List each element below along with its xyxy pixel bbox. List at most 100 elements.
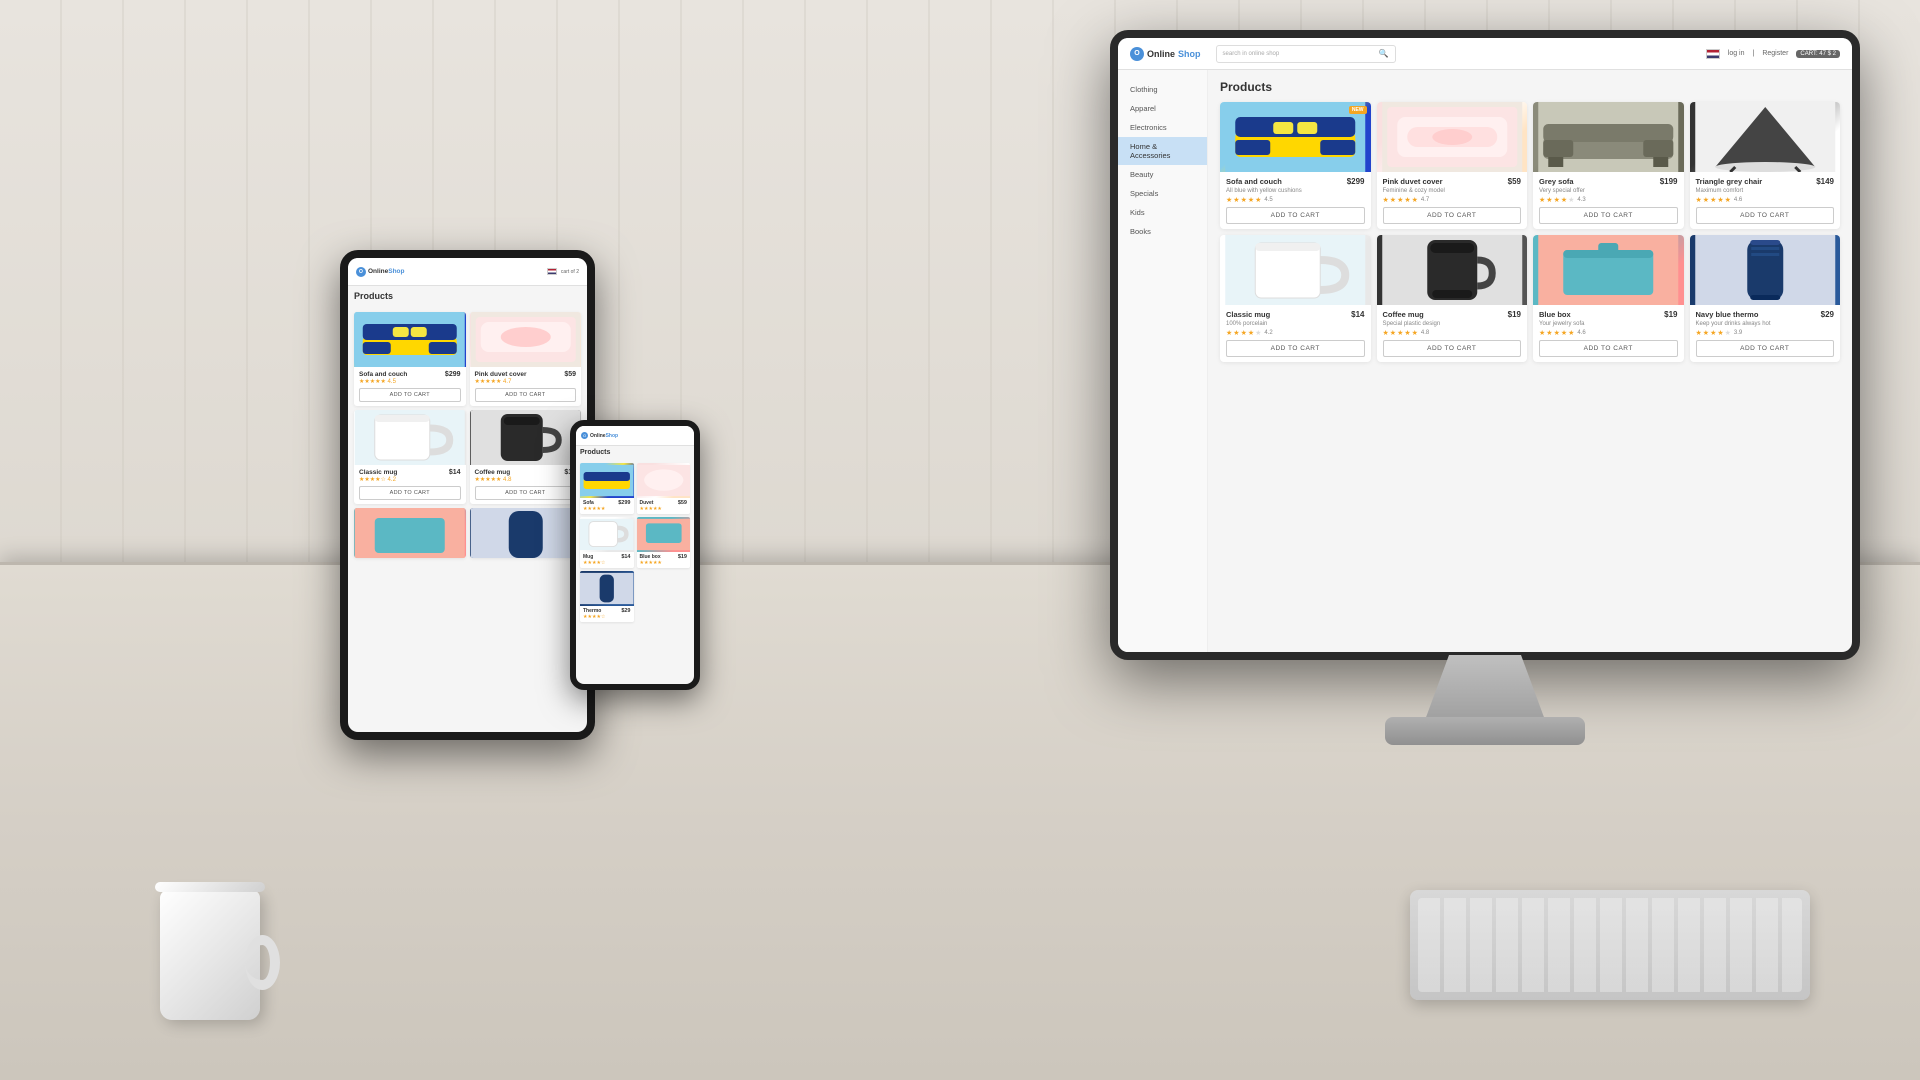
product-card-blue-box: Blue box $19 Your jewelry sofa ★ ★ ★ ★ ★	[1533, 235, 1684, 362]
rating-count-chair: 4.6	[1734, 197, 1742, 203]
star3: ★	[1710, 329, 1716, 337]
phone-stars-duvet: ★★★★★	[640, 506, 688, 512]
add-to-cart-mug[interactable]: ADD TO CART	[1226, 340, 1365, 357]
tablet-img-blue-box	[354, 508, 466, 558]
stars-chair: ★ ★ ★ ★ ★ 4.6	[1696, 196, 1835, 204]
cart-badge[interactable]: CART: 47 $ 2	[1796, 50, 1840, 58]
star1: ★	[1696, 329, 1702, 337]
phone: O OnlineShop Products Sofa $299	[570, 420, 700, 690]
product-name-price-duvet: Pink duvet cover $59	[1383, 177, 1522, 186]
rating-count-blue-box: 4.6	[1577, 330, 1585, 336]
logo-icon: O	[1130, 47, 1144, 61]
sidebar-item-specials[interactable]: Specials	[1118, 184, 1207, 203]
shop-layout: Clothing Apparel Electronics Home & Acce…	[1118, 70, 1852, 652]
monitor-screen: O OnlineShop search in online shop 🔍 log…	[1118, 38, 1852, 652]
phone-product-info-duvet: Duvet $59 ★★★★★	[637, 498, 691, 514]
stars-thermo: ★ ★ ★ ★ ★ 3.9	[1696, 329, 1835, 337]
star2: ★	[1233, 196, 1239, 204]
product-name-price-sofa: Sofa and couch $299	[1226, 177, 1365, 186]
tablet-cart-info: cart of 2	[561, 269, 579, 275]
phone-product-thermo-phone: Thermo $29 ★★★★☆	[580, 571, 634, 622]
sidebar-item-kids[interactable]: Kids	[1118, 203, 1207, 222]
tablet-stars-coffee-mug: ★★★★★ 4.8	[475, 476, 577, 483]
product-name-mug: Classic mug	[1226, 310, 1270, 319]
phone-product-info-blue-box-phone: Blue box $19 ★★★★★	[637, 552, 691, 568]
add-to-cart-sofa[interactable]: ADD TO CART	[1226, 207, 1365, 224]
product-card-chair: Triangle grey chair $149 Maximum comfort…	[1690, 102, 1841, 229]
tablet-add-to-cart-duvet[interactable]: ADD TO CART	[475, 388, 577, 402]
tablet-name-coffee-mug: Coffee mug	[475, 469, 511, 476]
search-bar[interactable]: search in online shop 🔍	[1216, 45, 1396, 63]
product-name-blue-box: Blue box	[1539, 310, 1571, 319]
tablet-img-sofa	[354, 312, 466, 367]
phone-product-mug-phone: Mug $14 ★★★★☆	[580, 517, 634, 568]
add-to-cart-chair[interactable]: ADD TO CART	[1696, 207, 1835, 224]
product-name-thermo: Navy blue thermo	[1696, 310, 1759, 319]
tablet-img-coffee-mug	[470, 410, 582, 465]
sidebar-item-beauty[interactable]: Beauty	[1118, 165, 1207, 184]
add-to-cart-duvet[interactable]: ADD TO CART	[1383, 207, 1522, 224]
star2: ★	[1546, 329, 1552, 337]
tablet-product-coffee-mug: Coffee mug $19 ★★★★★ 4.8 ADD TO CART	[470, 410, 582, 504]
tablet-header: O OnlineShop cart of 2	[348, 258, 587, 286]
tablet-price-sofa: $299	[445, 371, 461, 378]
phone-logo-icon: O	[581, 432, 588, 439]
product-name-price-blue-box: Blue box $19	[1539, 310, 1678, 319]
main-content: Products	[1208, 70, 1852, 652]
star2: ★	[1703, 196, 1709, 204]
stars-duvet: ★ ★ ★ ★ ★ 4.7	[1383, 196, 1522, 204]
search-placeholder: search in online shop	[1223, 51, 1280, 57]
star4: ★	[1717, 329, 1723, 337]
phone-price-blue-box-phone: $19	[678, 554, 687, 560]
product-image-duvet	[1377, 102, 1528, 172]
add-to-cart-coffee-mug[interactable]: ADD TO CART	[1383, 340, 1522, 357]
sidebar-item-electronics[interactable]: Electronics	[1118, 118, 1207, 137]
tablet-add-to-cart-mug[interactable]: ADD TO CART	[359, 486, 461, 500]
product-image-thermo	[1690, 235, 1841, 305]
product-price-sofa: $299	[1347, 177, 1365, 186]
tablet-stars-duvet: ★★★★★ 4.7	[475, 378, 577, 385]
add-to-cart-blue-box[interactable]: ADD TO CART	[1539, 340, 1678, 357]
keyboard	[1410, 890, 1810, 1000]
phone-price-duvet: $59	[678, 500, 687, 506]
add-to-cart-thermo[interactable]: ADD TO CART	[1696, 340, 1835, 357]
tablet-add-to-cart-coffee-mug[interactable]: ADD TO CART	[475, 486, 577, 500]
star1: ★	[1696, 196, 1702, 204]
phone-product-info-thermo-phone: Thermo $29 ★★★★☆	[580, 606, 634, 622]
star3: ★	[1397, 329, 1403, 337]
star5: ★	[1255, 329, 1261, 337]
search-icon[interactable]: 🔍	[1379, 49, 1389, 58]
tablet-img-thermo-partial	[470, 508, 582, 558]
tablet-name-price-coffee-mug: Coffee mug $19	[475, 469, 577, 476]
star4: ★	[1561, 329, 1567, 337]
star3: ★	[1554, 196, 1560, 204]
product-info-blue-box: Blue box $19 Your jewelry sofa ★ ★ ★ ★ ★	[1533, 305, 1684, 362]
tablet-name-sofa: Sofa and couch	[359, 371, 407, 378]
product-price-coffee-mug: $19	[1508, 310, 1521, 319]
star3: ★	[1241, 329, 1247, 337]
sidebar-item-apparel[interactable]: Apparel	[1118, 99, 1207, 118]
sidebar-item-clothing[interactable]: Clothing	[1118, 80, 1207, 99]
product-name-price-chair: Triangle grey chair $149	[1696, 177, 1835, 186]
register-link[interactable]: Register	[1762, 50, 1788, 57]
product-image-coffee-mug	[1377, 235, 1528, 305]
shop-header: O OnlineShop search in online shop 🔍 log…	[1118, 38, 1852, 70]
star5: ★	[1568, 196, 1574, 204]
add-to-cart-grey-sofa[interactable]: ADD TO CART	[1539, 207, 1678, 224]
product-price-blue-box: $19	[1664, 310, 1677, 319]
product-desc-mug: 100% porcelain	[1226, 321, 1365, 327]
phone-product-info-mug-phone: Mug $14 ★★★★☆	[580, 552, 634, 568]
desk-mug	[150, 860, 280, 1020]
sign-in-link[interactable]: log in	[1728, 50, 1745, 57]
star4: ★	[1248, 196, 1254, 204]
sidebar-item-home[interactable]: Home & Accessories	[1118, 137, 1207, 165]
tablet-stars-mug: ★★★★☆ 4.2	[359, 476, 461, 483]
phone-section-title: Products	[576, 446, 694, 459]
sidebar-item-books[interactable]: Books	[1118, 222, 1207, 241]
mug-rim	[155, 882, 265, 892]
tablet-add-to-cart-sofa[interactable]: ADD TO CART	[359, 388, 461, 402]
product-image-chair	[1690, 102, 1841, 172]
star4: ★	[1248, 329, 1254, 337]
product-info-sofa: Sofa and couch $299 All blue with yellow…	[1220, 172, 1371, 229]
star5: ★	[1725, 329, 1731, 337]
